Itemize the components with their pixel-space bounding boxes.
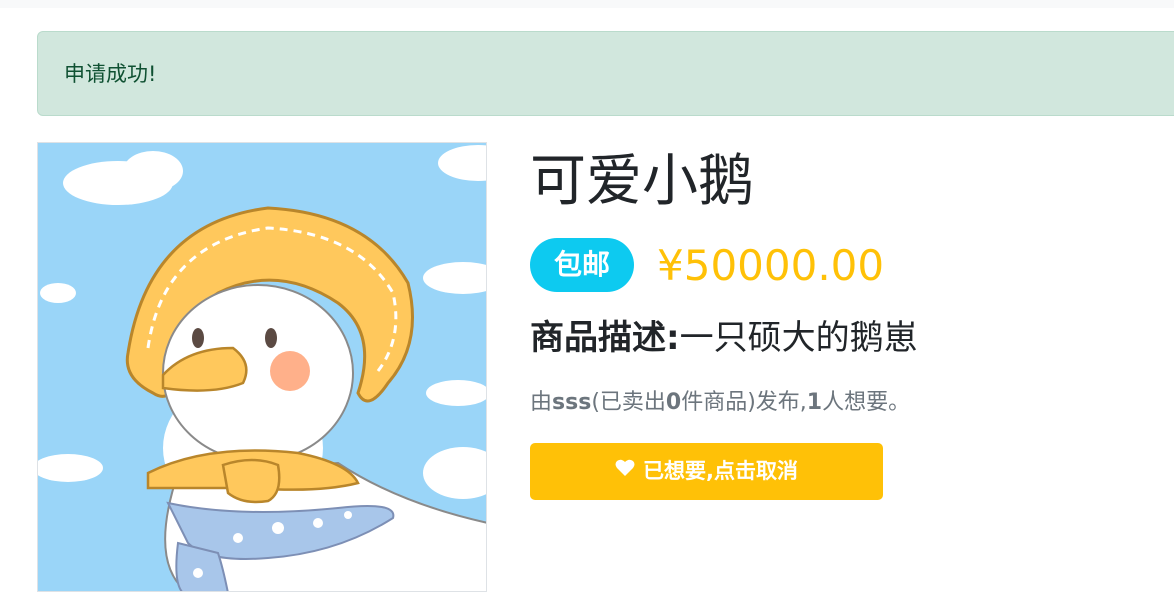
seller-prefix: 由	[530, 390, 553, 415]
want-count: 1	[806, 390, 823, 415]
seller-name: sss	[552, 390, 592, 415]
want-suffix: 人想要。	[822, 390, 911, 415]
free-shipping-badge: 包邮	[530, 238, 634, 292]
seller-info: 由sss(已卖出0件商品)发布,1人想要。	[530, 386, 910, 420]
cancel-want-button[interactable]: 已想要,点击取消	[530, 443, 883, 500]
sold-prefix: (已卖出	[591, 390, 666, 415]
success-alert: 申请成功!	[37, 31, 1174, 116]
product-title: 可爱小鹅	[530, 149, 754, 214]
sold-count: 0	[665, 390, 682, 415]
product-description: 商品描述:一只硕大的鹅崽	[530, 312, 918, 364]
alert-message: 申请成功!	[64, 62, 157, 86]
description-label: 商品描述:	[530, 318, 680, 358]
product-image	[37, 142, 487, 592]
product-price: ¥50000.00	[657, 241, 885, 290]
goose-illustration-icon	[38, 143, 486, 591]
sold-suffix: 件商品)发布,	[681, 390, 807, 415]
top-strip	[0, 0, 1174, 8]
cancel-want-label: 已想要,点击取消	[643, 459, 798, 483]
heart-icon	[615, 443, 635, 498]
description-text: 一只硕大的鹅崽	[679, 318, 918, 358]
